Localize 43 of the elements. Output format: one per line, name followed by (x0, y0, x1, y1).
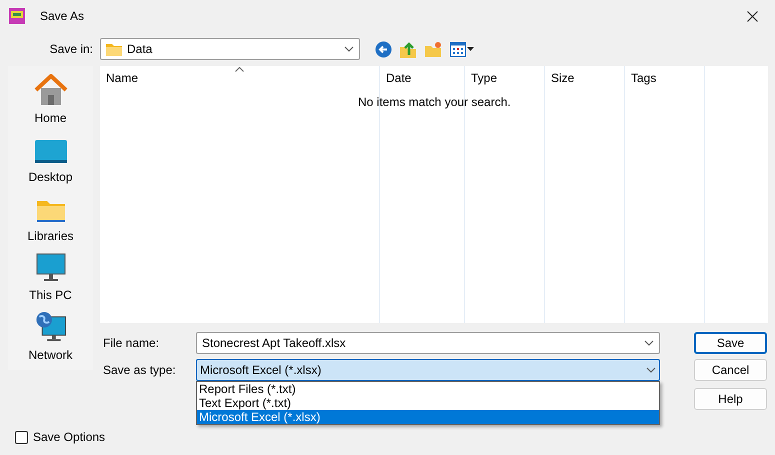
place-item[interactable]: This PC (10, 251, 90, 310)
caret-icon (467, 47, 474, 51)
sort-caret-icon (235, 67, 244, 72)
new-folder-button[interactable] (425, 40, 442, 58)
place-item[interactable]: Libraries (10, 192, 90, 251)
file-name-field[interactable]: Stonecrest Apt Takeoff.xlsx (196, 332, 660, 354)
column-header[interactable]: Tags (625, 66, 704, 90)
view-menu-button[interactable] (450, 42, 474, 56)
column-header[interactable]: Date (380, 66, 464, 90)
column-header[interactable]: Type (465, 66, 544, 90)
save-options-label: Save Options (33, 429, 106, 446)
network-globe-icon (34, 310, 68, 343)
save-options-checkbox[interactable] (15, 430, 28, 444)
file-name-label: File name: (102, 335, 160, 352)
file-type-option[interactable]: Microsoft Excel (*.xlsx) (197, 410, 659, 424)
place-item[interactable]: Desktop (10, 133, 90, 192)
up-folder-button[interactable] (400, 40, 417, 58)
place-item[interactable]: Home (10, 74, 90, 133)
monitor-icon (36, 253, 66, 283)
back-button[interactable] (375, 40, 392, 58)
default-button[interactable]: Save (694, 332, 767, 354)
folder-icon (106, 42, 122, 56)
empty-message: No items match your search. (358, 94, 511, 111)
save-as-type-label: Save as type: (102, 362, 177, 379)
window-title: Save As (40, 8, 84, 25)
new-folder-icon (425, 40, 442, 58)
desktop-icon (34, 139, 68, 165)
column-header[interactable]: Size (545, 66, 624, 90)
file-type-option[interactable]: Text Export (*.txt) (197, 396, 659, 410)
dialog-button[interactable]: Cancel (694, 359, 767, 381)
column-header[interactable]: Name (100, 66, 379, 90)
house-icon (34, 74, 68, 106)
file-type-dropdown[interactable]: Microsoft Excel (*.xlsx) (196, 359, 660, 381)
place-item[interactable]: Network (10, 310, 90, 370)
app-icon (9, 8, 25, 24)
folder-up-arrow-icon (400, 40, 417, 58)
file-type-option[interactable]: Report Files (*.txt) (197, 382, 659, 396)
view-grid-icon (450, 42, 466, 56)
dialog-button[interactable]: Help (694, 388, 767, 410)
close-icon (746, 10, 758, 22)
folder-icon (36, 198, 66, 224)
save-in-dropdown[interactable]: Data (100, 38, 360, 60)
save-in-label: Save in: (48, 41, 93, 58)
